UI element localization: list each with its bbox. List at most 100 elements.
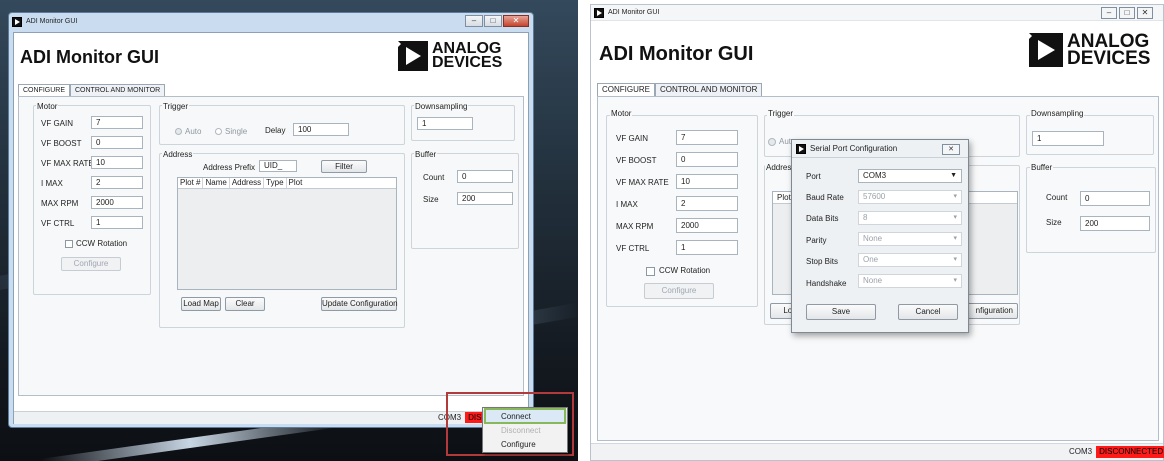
downsampling-input[interactable]: 1 (417, 117, 473, 130)
serial-port-dialog: Serial Port Configuration ✕ Port COM3 ▼ B… (791, 139, 969, 333)
chevron-down-icon: ▾ (953, 214, 957, 221)
count-input[interactable]: 0 (457, 170, 513, 183)
vf-ctrl-label: VF CTRL (41, 219, 75, 228)
handshake-label: Handshake (806, 279, 847, 288)
right-buffer-group-label: Buffer (1030, 163, 1054, 172)
baud-rate-select[interactable]: 57600 ▾ (858, 190, 962, 204)
tab-configure[interactable]: CONFIGURE (18, 84, 70, 96)
size-input[interactable]: 200 (457, 192, 513, 205)
right-status-area[interactable]: COM3 DISCONNECTED (1069, 446, 1164, 458)
vf-boost-label: VF BOOST (41, 139, 82, 148)
chevron-down-icon: ▾ (953, 277, 957, 284)
right-vf-ctrl-input[interactable]: 1 (676, 240, 738, 255)
handshake-select[interactable]: None ▾ (858, 274, 962, 288)
i-max-input[interactable]: 2 (91, 176, 143, 189)
max-rpm-input[interactable]: 2000 (91, 196, 143, 209)
chevron-down-icon: ▾ (953, 193, 957, 200)
buffer-group-label: Buffer (414, 150, 438, 159)
load-map-button[interactable]: Load Map (181, 297, 221, 311)
data-bits-select[interactable]: 8 ▾ (858, 211, 962, 225)
dialog-app-icon (796, 143, 806, 154)
size-label: Size (423, 195, 439, 204)
right-size-label: Size (1046, 218, 1062, 227)
minimize-button[interactable]: – (465, 15, 483, 27)
vf-boost-input[interactable]: 0 (91, 136, 143, 149)
right-auto-radio[interactable] (768, 138, 776, 146)
address-table[interactable]: Plot # Name Address Type Plot (177, 177, 397, 290)
right-motor-group-label: Motor (610, 109, 633, 118)
delay-input[interactable]: 100 (293, 123, 349, 136)
col-plot: Plot (288, 178, 303, 187)
right-close-button[interactable]: ✕ (1137, 7, 1153, 19)
right-size-input[interactable]: 200 (1080, 216, 1150, 231)
desktop-background: ADI Monitor GUI – □ ✕ ADI Monitor GUI AN… (0, 0, 578, 461)
stop-bits-select[interactable]: One ▾ (858, 253, 962, 267)
address-group-label: Address (162, 150, 194, 159)
cancel-button[interactable]: Cancel (898, 304, 958, 320)
port-label: Port (806, 172, 821, 181)
tab-control-and-monitor[interactable]: CONTROL AND MONITOR (70, 84, 166, 96)
right-vf-boost-input[interactable]: 0 (676, 152, 738, 167)
data-bits-label: Data Bits (806, 214, 839, 223)
right-maximize-button[interactable]: □ (1119, 7, 1135, 19)
maximize-button[interactable]: □ (484, 15, 502, 27)
right-vf-boost-label: VF BOOST (616, 156, 657, 165)
dialog-title: Serial Port Configuration (810, 144, 898, 153)
right-tab-strip: CONFIGURE CONTROL AND MONITOR (597, 83, 763, 96)
right-tab-configure[interactable]: CONFIGURE (597, 83, 655, 96)
ccw-rotation-checkbox[interactable] (65, 240, 73, 248)
vf-ctrl-input[interactable]: 1 (91, 216, 143, 229)
right-count-input[interactable]: 0 (1080, 191, 1150, 206)
save-button[interactable]: Save (806, 304, 876, 320)
chevron-down-icon: ▼ (950, 172, 957, 179)
baud-rate-label: Baud Rate (806, 193, 844, 202)
right-logo-line2: DEVICES (1067, 48, 1151, 70)
right-vf-ctrl-label: VF CTRL (616, 244, 650, 253)
filter-button[interactable]: Filter (321, 160, 367, 173)
right-i-max-input[interactable]: 2 (676, 196, 738, 211)
vf-max-rate-input[interactable]: 10 (91, 156, 143, 169)
configure-button[interactable]: Configure (61, 257, 121, 271)
auto-radio[interactable] (175, 128, 182, 135)
dialog-close-button[interactable]: ✕ (942, 144, 960, 155)
address-prefix-input[interactable]: UID_ (259, 160, 297, 172)
parity-label: Parity (806, 236, 827, 245)
right-vf-max-rate-label: VF MAX RATE (616, 178, 669, 187)
highlight-green-box (484, 408, 566, 424)
address-prefix-label: Address Prefix (203, 163, 256, 172)
close-button[interactable]: ✕ (503, 15, 529, 27)
right-title-bar: ADI Monitor GUI (591, 5, 1163, 21)
right-status-port: COM3 (1069, 447, 1093, 456)
right-max-rpm-input[interactable]: 2000 (676, 218, 738, 233)
app-title: ADI Monitor GUI (20, 47, 159, 67)
screenshot-pair: ADI Monitor GUI – □ ✕ ADI Monitor GUI AN… (0, 0, 1164, 461)
configure-menu-item[interactable]: Configure (483, 438, 567, 451)
clear-button[interactable]: Clear (225, 297, 265, 311)
col-address: Address (230, 178, 265, 188)
vf-gain-input[interactable]: 7 (91, 116, 143, 129)
right-vf-gain-input[interactable]: 7 (676, 130, 738, 145)
right-vf-max-rate-input[interactable]: 10 (676, 174, 738, 189)
right-count-label: Count (1046, 193, 1068, 202)
update-configuration-button[interactable]: Update Configuration (321, 297, 398, 311)
configure-panel: Motor VF GAIN 7 VF BOOST 0 VF MAX RATE 1… (18, 96, 524, 396)
single-label: Single (225, 127, 248, 136)
right-downsampling-group-label: Downsampling (1030, 109, 1085, 118)
parity-select[interactable]: None ▾ (858, 232, 962, 246)
port-select[interactable]: COM3 ▼ (858, 169, 962, 183)
chevron-down-icon: ▾ (953, 256, 957, 263)
single-radio[interactable] (215, 128, 222, 135)
right-tab-control-and-monitor[interactable]: CONTROL AND MONITOR (655, 83, 763, 96)
disconnect-menu-item[interactable]: Disconnect (483, 424, 567, 437)
right-ccw-rotation-checkbox[interactable] (646, 267, 655, 276)
address-table-header: Plot # Name Address Type Plot (178, 178, 396, 189)
right-configure-button[interactable]: Configure (644, 283, 714, 299)
right-adi-logo-icon (1029, 33, 1063, 68)
chevron-down-icon: ▾ (953, 235, 957, 242)
right-minimize-button[interactable]: – (1101, 7, 1117, 19)
right-downsampling-input[interactable]: 1 (1032, 131, 1104, 146)
right-ccw-rotation-label: CCW Rotation (659, 266, 711, 275)
main-window: ADI Monitor GUI – □ ✕ ADI Monitor GUI AN… (8, 12, 536, 428)
logo-line2: DEVICES (432, 54, 503, 71)
right-app-icon (594, 7, 604, 18)
